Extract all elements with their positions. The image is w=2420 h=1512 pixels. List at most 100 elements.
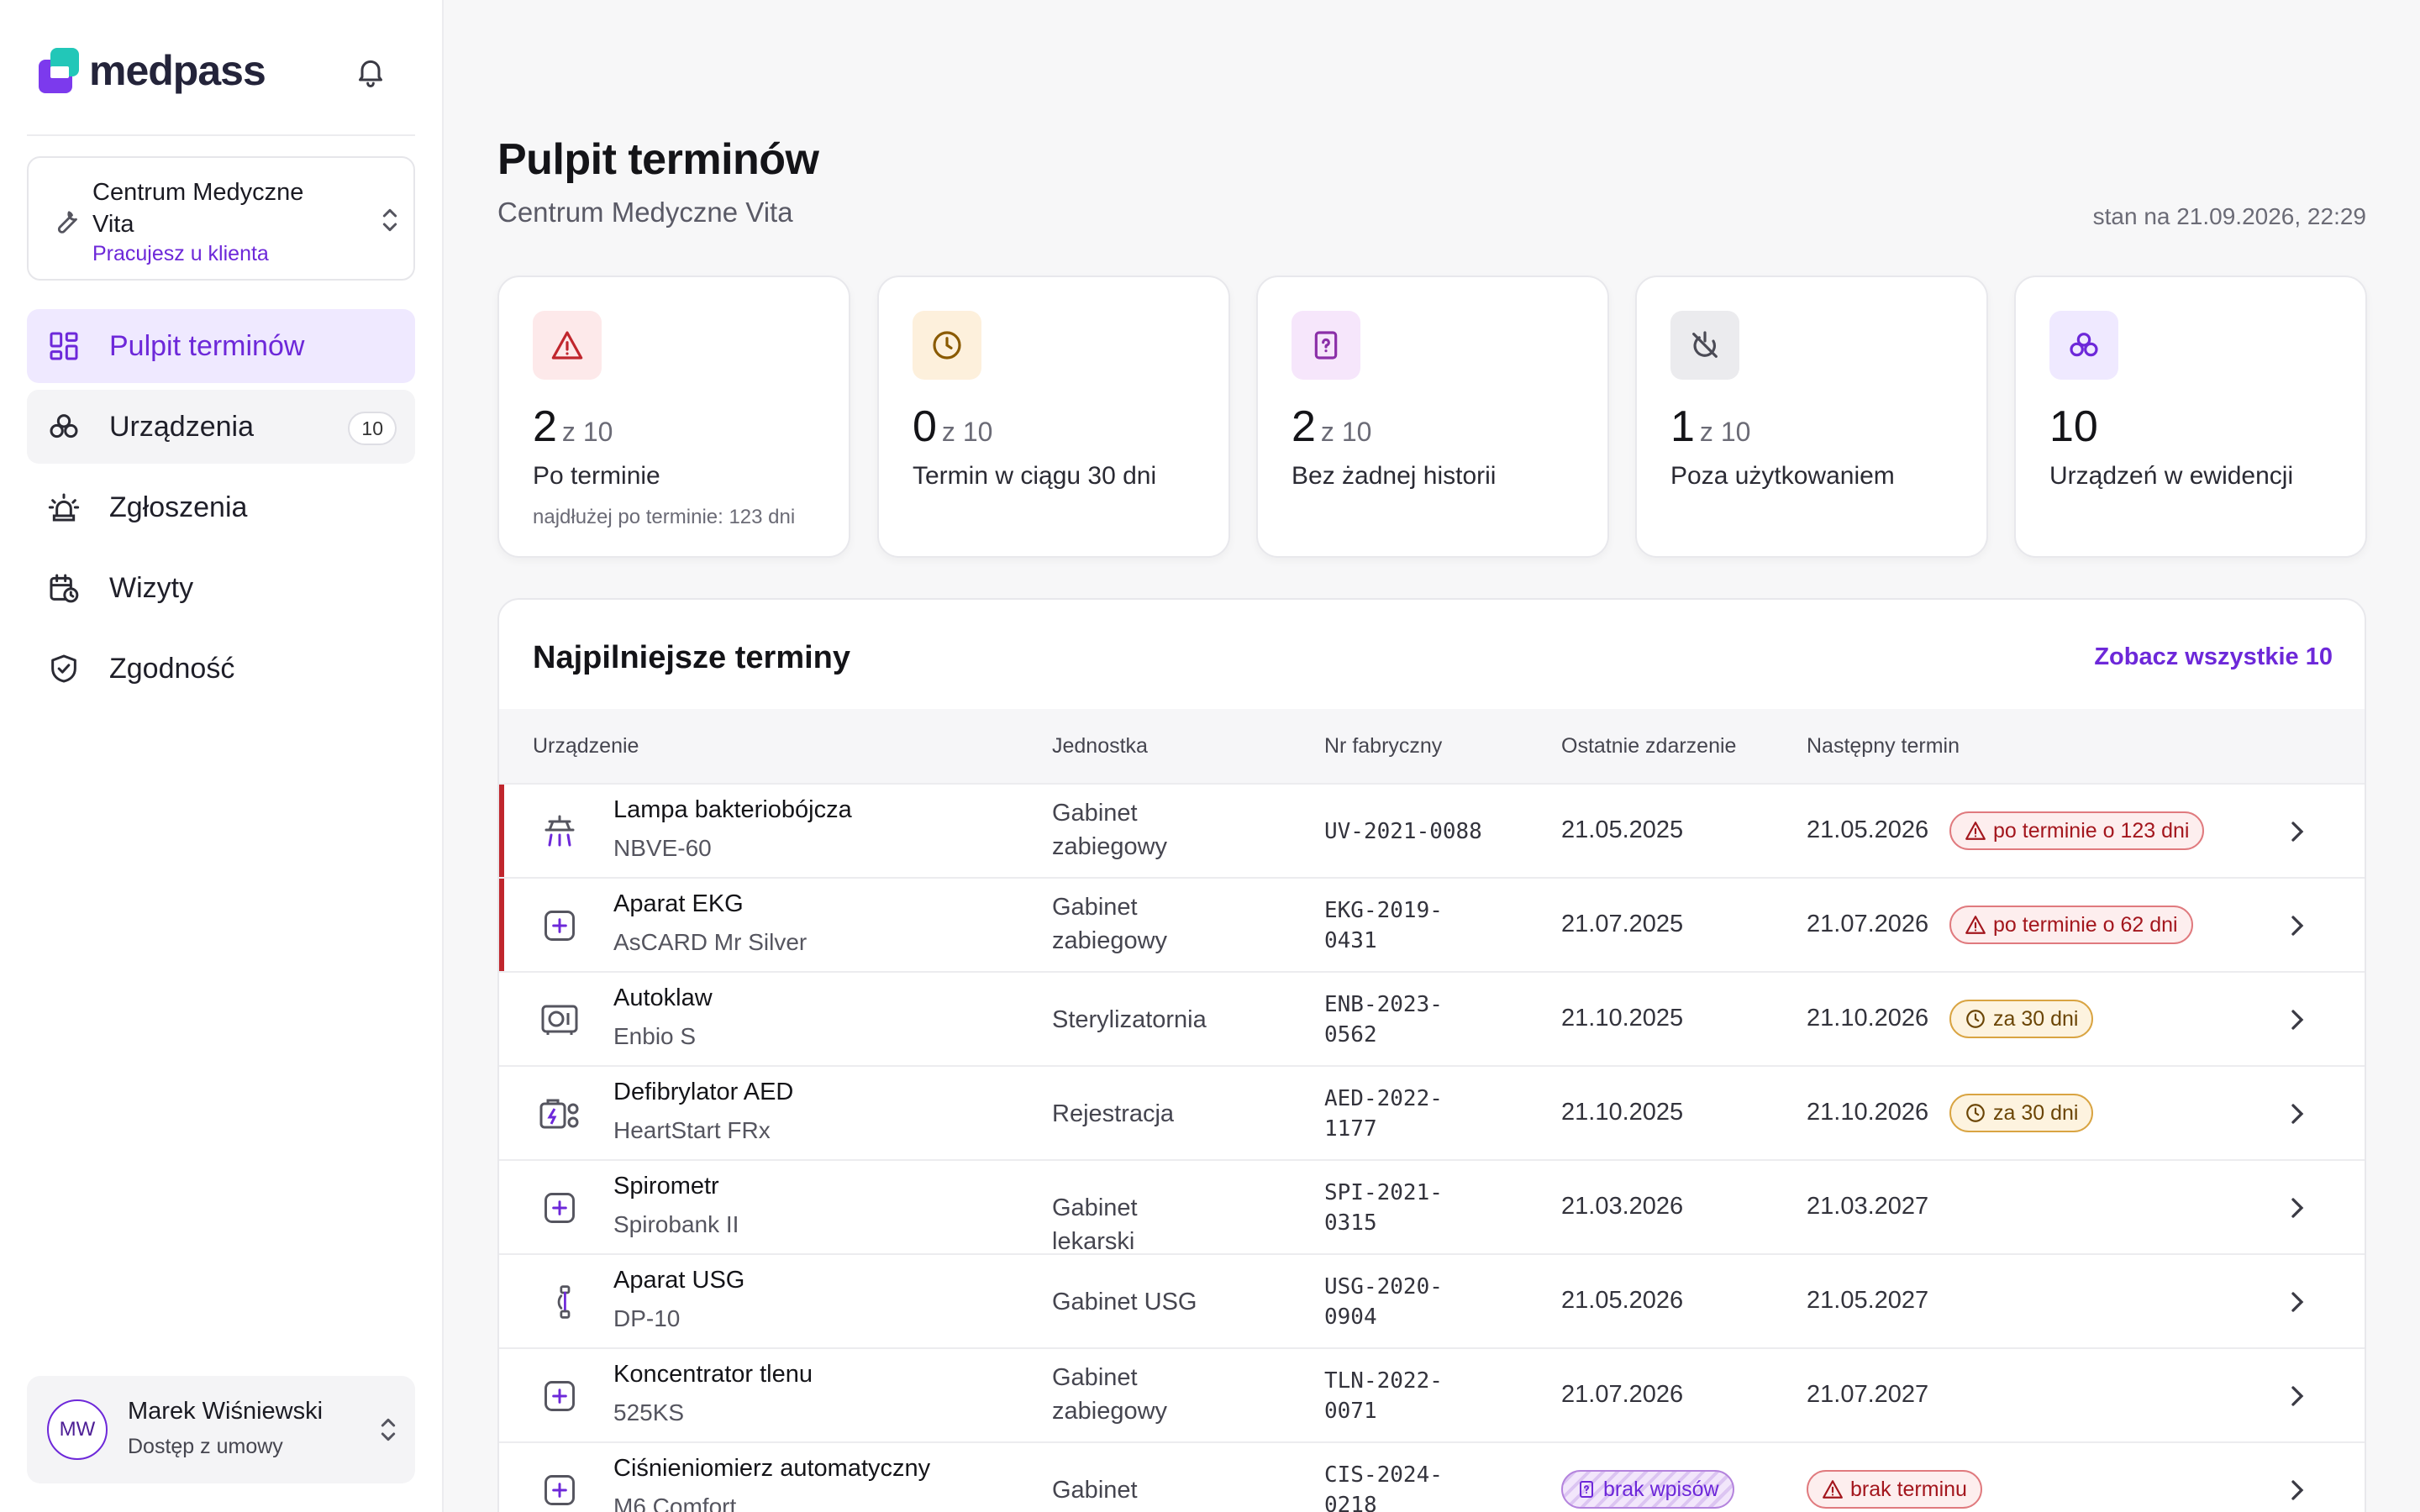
last-event-date: 21.07.2026 [1561,1381,1684,1408]
power-off-icon [1670,311,1739,380]
table-row[interactable]: Aparat EKG AsCARD Mr Silver Gabinet zabie… [499,877,2365,973]
alarm-icon [45,489,82,526]
next-deadline-date: 21.05.2027 [1807,1287,1929,1314]
last-event-date: 21.05.2026 [1561,1287,1684,1314]
device-unit: Gabinet zabiegowy [1052,800,1168,860]
chevron-right-icon[interactable] [2281,1003,2314,1037]
sidebar-divider [27,134,415,136]
stat-card-no-history[interactable]: 2z 10 Bez żadnej historii [1256,276,1609,558]
table-row[interactable]: Lampa bakteriobójcza NBVE-60 Gabinet zabi… [499,783,2365,879]
last-event-date: 21.05.2025 [1561,816,1684,843]
chevron-right-icon[interactable] [2281,1379,2314,1413]
stat-value: 0z 10 [913,402,993,451]
last-event-date: 21.10.2025 [1561,1099,1684,1126]
chevron-right-icon[interactable] [2281,1097,2314,1131]
next-deadline-date: 21.03.2027 [1807,1193,1929,1220]
device-serial: TLN-2022- 0071 [1324,1368,1443,1424]
device-unit: Gabinet lekarski [1052,1477,1138,1512]
ultrasound-probe-icon [538,1280,581,1324]
defibrillator-icon [538,1092,581,1136]
calendar-clock-icon [45,570,82,606]
column-header-next-deadline[interactable]: Następny termin [1807,734,1960,759]
stat-card-overdue[interactable]: 2z 10 Po terminie najdłużej po terminie:… [497,276,850,558]
next-deadline-date: 21.05.2026 [1807,816,1929,843]
column-header-last-event[interactable]: Ostatnie zdarzenie [1561,734,1736,759]
stat-card-out-of-use[interactable]: 1z 10 Poza użytkowaniem [1635,276,1988,558]
chevron-right-icon[interactable] [2281,1191,2314,1225]
device-serial: SPI-2021- 0315 [1324,1180,1443,1236]
table-row[interactable]: Defibrylator AED HeartStart FRx Rejestra… [499,1065,2365,1159]
status-badge: za 30 dni [1949,1094,2094,1132]
device-model: DP-10 [613,1305,681,1331]
table-row[interactable]: Koncentrator tlenu 525KS Gabinet zabiegow… [499,1347,2365,1441]
column-header-device[interactable]: Urządzenie [533,734,639,759]
nav-label: Pulpit terminów [109,329,305,362]
device-model: HeartStart FRx [613,1117,771,1143]
table-row[interactable]: Spirometr Spirobank II Gabinet lekarski … [499,1159,2365,1255]
stat-value: 2z 10 [1292,402,1372,451]
stat-value: 2z 10 [533,402,613,451]
client-switcher[interactable]: Centrum Medyczne Vita Pracujesz u klient… [27,156,415,281]
table-row[interactable]: Autoklaw Enbio S Sterylizatornia ENB-202… [499,971,2365,1065]
nav-item-devices[interactable]: Urządzenia 10 [27,390,415,464]
column-header-serial[interactable]: Nr fabryczny [1324,734,1442,759]
nav-item-visits[interactable]: Wizyty [27,551,415,625]
device-name: Lampa bakteriobójcza [613,796,852,823]
nav-item-compliance[interactable]: Zgodność [27,632,415,706]
user-role: Dostęp z umowy [128,1435,283,1458]
stat-card-due-30[interactable]: 0z 10 Termin w ciągu 30 dni [877,276,1230,558]
user-menu[interactable]: MW Marek Wiśniewski Dostęp z umowy [27,1376,415,1483]
stat-card-total[interactable]: 10 Urządzeń w ewidencji [2014,276,2367,558]
client-context: Pracujesz u klienta [92,242,269,265]
bell-icon[interactable] [351,52,390,91]
device-model: Enbio S [613,1023,697,1049]
nav-item-reports[interactable]: Zgłoszenia [27,470,415,544]
stat-value: 10 [2049,402,2098,451]
dashboard-icon [45,328,82,365]
nav-label: Wizyty [109,571,194,604]
stat-label: Termin w ciągu 30 dni [913,462,1157,490]
see-all-link[interactable]: Zobacz wszystkie 10 [2094,643,2333,671]
chevron-right-icon[interactable] [2281,909,2314,942]
device-serial: CIS-2024- 0218 [1324,1462,1443,1512]
no-entries-badge: brak wpisów [1561,1470,1734,1509]
nav-label: Zgłoszenia [109,491,248,523]
chevron-right-icon[interactable] [2281,1285,2314,1319]
chevron-right-icon[interactable] [2281,1473,2314,1507]
device-name: Koncentrator tlenu [613,1361,813,1388]
user-name: Marek Wiśniewski [128,1398,324,1425]
device-unit: Gabinet lekarski [1052,1194,1138,1255]
warning-icon [1823,1480,1843,1499]
device-unit: Gabinet zabiegowy [1052,894,1168,954]
column-header-unit[interactable]: Jednostka [1052,734,1148,759]
status-badge: po terminie o 62 dni [1949,906,2193,944]
no-deadline-badge: brak terminu [1807,1470,1982,1509]
question-file-icon [1292,311,1360,380]
table-row[interactable]: Aparat USG DP-10 Gabinet USG USG-2020- 09… [499,1253,2365,1347]
device-serial: EKG-2019- 0431 [1324,898,1443,953]
autoclave-icon [538,998,581,1042]
page-title: Pulpit terminów [497,135,819,184]
device-name: Spirometr [613,1173,719,1200]
question-file-icon [1580,1481,1593,1498]
device-model: M6 Comfort [613,1494,737,1512]
device-unit: Gabinet USG [1052,1289,1197,1315]
medical-plus-icon [538,1186,581,1230]
device-name: Autoklaw [613,984,713,1011]
shield-check-icon [45,650,82,687]
table-row[interactable]: Ciśnieniomierz automatyczny M6 Comfort G… [499,1441,2365,1512]
nav-label: Zgodność [109,652,235,685]
medical-plus-icon [538,1468,581,1512]
stat-value: 1z 10 [1670,402,1751,451]
brand-logo[interactable]: medpass [39,47,266,94]
warning-icon [1965,916,1986,934]
nav-label: Urządzenia [109,410,254,443]
stat-label: Po terminie [533,462,660,490]
medical-plus-icon [538,904,581,948]
next-deadline-date: 21.10.2026 [1807,1005,1929,1032]
chevron-up-down-icon [373,203,407,237]
status-timestamp: stan na 21.09.2026, 22:29 [2092,203,2366,229]
chevron-right-icon[interactable] [2281,815,2314,848]
nav-item-dashboard[interactable]: Pulpit terminów [27,309,415,383]
clock-icon [1966,1010,1985,1028]
